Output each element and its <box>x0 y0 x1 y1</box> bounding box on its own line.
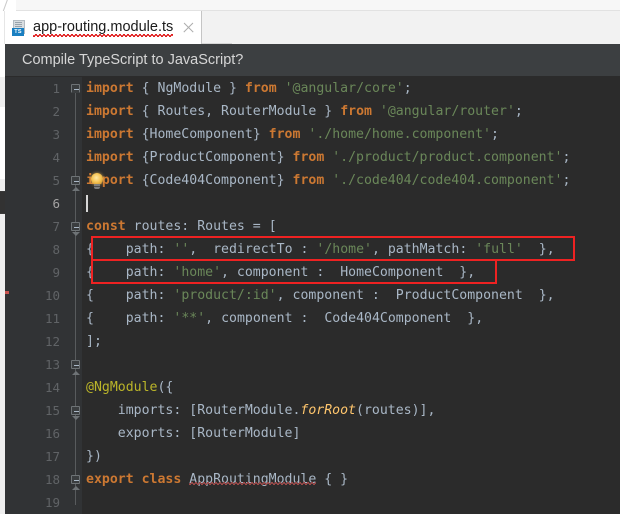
close-icon[interactable] <box>182 21 195 34</box>
line-number: 19 <box>44 495 60 510</box>
fold-marker-ngmodule[interactable] <box>71 406 80 415</box>
text-caret <box>86 195 88 212</box>
code-line-17: }) <box>86 449 102 464</box>
code-line-5: import {Code404Component} from './code40… <box>86 173 571 188</box>
editor-tab-bar: TS app-routing.module.ts <box>0 11 620 44</box>
line-number: 7 <box>52 219 60 234</box>
code-line-11: { path: '**', component : Code404Compone… <box>86 311 484 326</box>
code-line-12: ]; <box>86 334 102 349</box>
typescript-file-icon: TS <box>12 19 27 36</box>
code-line-18: export class AppRoutingModule { } <box>86 472 349 487</box>
lightbulb-icon[interactable] <box>89 173 106 190</box>
fold-arrow-imports-end <box>71 186 80 191</box>
line-number: 5 <box>52 173 60 188</box>
fold-guide-line <box>75 85 76 505</box>
code-line-8: { path: '', redirectTo : '/home', pathMa… <box>86 242 555 257</box>
fold-marker-ngmodule-end[interactable] <box>71 475 80 484</box>
ide-window: TS app-routing.module.ts Compile TypeScr… <box>0 0 620 514</box>
line-number: 11 <box>44 311 60 326</box>
line-number: 6 <box>52 196 60 211</box>
line-number: 16 <box>44 426 60 441</box>
typescript-icon-label: TS <box>12 27 24 36</box>
fold-arrow-ngmodule-end <box>71 485 80 490</box>
line-number: 15 <box>44 403 60 418</box>
line-number: 10 <box>44 288 60 303</box>
code-line-3: import {HomeComponent} from './home/home… <box>86 127 499 142</box>
line-number: 17 <box>44 449 60 464</box>
line-number: 9 <box>52 265 60 280</box>
line-number: 12 <box>44 334 60 349</box>
fold-arrow-routes-end <box>71 370 80 375</box>
line-number: 18 <box>44 472 60 487</box>
line-number: 13 <box>44 357 60 372</box>
fold-marker-imports-end[interactable] <box>71 176 80 185</box>
code-line-14: @NgModule({ <box>86 380 174 395</box>
line-number-gutter: 1 2 3 4 5 6 7 8 9 10 11 12 13 14 15 16 1… <box>5 77 68 514</box>
notification-left-edge <box>0 44 5 77</box>
compile-notification-bar[interactable]: Compile TypeScript to JavaScript? <box>0 44 620 77</box>
code-editor[interactable]: 1 2 3 4 5 6 7 8 9 10 11 12 13 14 15 16 1… <box>0 77 620 514</box>
code-line-1: import { NgModule } from '@angular/core'… <box>86 81 412 96</box>
tab-title: app-routing.module.ts <box>33 19 174 37</box>
tab-title-text: app-routing.module.ts <box>33 19 174 35</box>
line-number: 14 <box>44 380 60 395</box>
fold-marker-routes-end[interactable] <box>71 360 80 369</box>
window-corner-decoration <box>0 0 16 11</box>
code-folding-gutter[interactable] <box>68 77 82 514</box>
fold-arrow-ngmodule <box>71 416 80 421</box>
code-line-4: import {ProductComponent} from './produc… <box>86 150 571 165</box>
tab-app-routing-module[interactable]: TS app-routing.module.ts <box>5 11 203 44</box>
code-line-2: import { Routes, RouterModule } from '@a… <box>86 104 523 119</box>
line-number: 4 <box>52 150 60 165</box>
window-top-strip <box>0 0 620 11</box>
code-line-9: { path: 'home', component : HomeComponen… <box>86 265 476 280</box>
code-line-16: exports: [RouterModule] <box>117 426 301 441</box>
code-text-area[interactable]: import { NgModule } from '@angular/core'… <box>82 77 620 514</box>
code-line-15: imports: [RouterModule.forRoot(routes)], <box>117 403 436 418</box>
fold-arrow-routes <box>71 232 80 237</box>
notification-message: Compile TypeScript to JavaScript? <box>22 52 244 68</box>
line-number: 2 <box>52 104 60 119</box>
gutter-error-marker <box>5 291 9 294</box>
line-number: 3 <box>52 127 60 142</box>
tab-bar-empty-space <box>232 11 620 44</box>
line-number: 8 <box>52 242 60 257</box>
tab-error-underline <box>33 34 174 37</box>
line-number: 1 <box>52 81 60 96</box>
fold-marker-routes[interactable] <box>71 222 80 231</box>
fold-marker-imports[interactable] <box>71 84 80 93</box>
code-line-7: const routes: Routes = [ <box>86 219 277 234</box>
code-line-10: { path: 'product/:id', component : Produ… <box>86 288 555 303</box>
